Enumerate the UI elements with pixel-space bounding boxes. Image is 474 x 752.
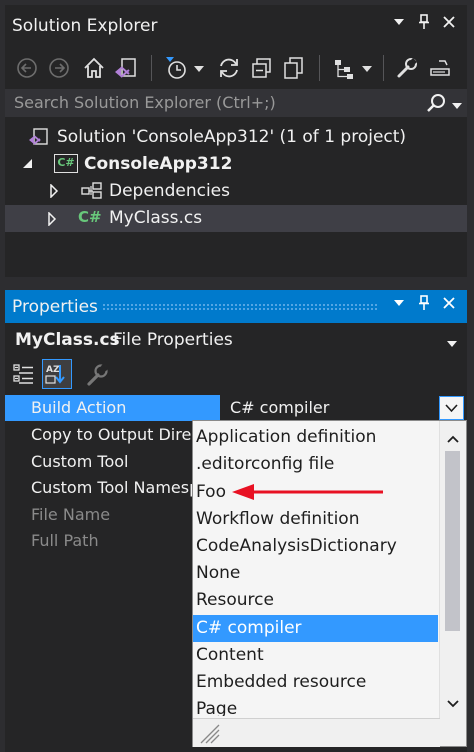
solution-icon: [27, 127, 49, 151]
dropdown-scrollbar[interactable]: [439, 421, 466, 746]
dropdown-option[interactable]: None: [193, 560, 438, 587]
resize-grip-icon: [200, 724, 220, 744]
tree-item-myclass[interactable]: C# MyClass.cs: [5, 205, 467, 232]
property-row-file-name[interactable]: File Name: [5, 502, 192, 528]
property-label: Custom Tool: [31, 452, 129, 471]
switch-views-icon[interactable]: [112, 54, 140, 82]
scroll-up-icon[interactable]: [446, 429, 460, 448]
close-icon[interactable]: [438, 295, 460, 317]
tree-item-project[interactable]: C# ConsoleApp312: [5, 151, 467, 178]
expanded-triangle-icon[interactable]: [23, 159, 32, 168]
properties-title: Properties: [12, 297, 98, 317]
wrench-icon[interactable]: [393, 54, 421, 82]
alphabetical-icon[interactable]: AZ: [42, 359, 72, 389]
object-selector[interactable]: MyClass.cs File Properties: [5, 326, 467, 354]
scroll-down-icon[interactable]: [446, 694, 460, 713]
solution-explorer-title: Solution Explorer: [12, 16, 158, 36]
titlebar-grip[interactable]: [102, 303, 378, 310]
toolbar-separator: [319, 55, 320, 81]
tree-item-label: Solution 'ConsoleApp312' (1 of 1 project…: [57, 127, 407, 147]
chevron-down-icon[interactable]: [446, 335, 458, 354]
csharp-file-icon: C#: [78, 208, 102, 226]
dropdown-option[interactable]: Content: [193, 642, 438, 669]
pending-changes-filter-icon[interactable]: [162, 54, 190, 82]
search-solution-explorer-input[interactable]: Search Solution Explorer (Ctrl+;): [5, 89, 467, 117]
close-icon[interactable]: [438, 14, 460, 36]
tree-item-label: ConsoleApp312: [84, 154, 233, 174]
svg-text:AZ: AZ: [46, 365, 60, 375]
tree-item-solution[interactable]: Solution 'ConsoleApp312' (1 of 1 project…: [5, 124, 467, 151]
property-label: Full Path: [31, 531, 99, 550]
chevron-down-icon[interactable]: [191, 54, 207, 82]
forward-icon[interactable]: [45, 54, 73, 82]
annotation-arrow: [232, 484, 383, 500]
object-name: MyClass.cs: [15, 330, 120, 350]
dependencies-icon: [81, 182, 103, 204]
resize-grip[interactable]: [193, 718, 440, 747]
properties-titlebar: Properties: [5, 290, 467, 323]
csharp-project-icon: C#: [54, 154, 78, 173]
solution-explorer-titlebar: Solution Explorer: [5, 9, 467, 42]
tree-item-label: Dependencies: [109, 181, 230, 201]
property-row-build-action[interactable]: Build Action: [5, 395, 220, 421]
dropdown-option[interactable]: CodeAnalysisDictionary: [193, 533, 438, 560]
class-view-icon[interactable]: [330, 54, 358, 82]
chevron-down-icon[interactable]: [359, 54, 375, 82]
object-type: File Properties: [113, 330, 233, 350]
property-label: Build Action: [31, 398, 127, 417]
dropdown-option[interactable]: .editorconfig file: [193, 451, 438, 478]
property-label: File Name: [31, 505, 111, 524]
toolbar-separator: [383, 55, 384, 81]
pin-icon[interactable]: [413, 14, 435, 36]
dropdown-toggle-button[interactable]: [439, 396, 464, 420]
back-icon[interactable]: [13, 54, 41, 82]
dropdown-option[interactable]: Resource: [193, 587, 438, 614]
chevron-down-icon: [445, 404, 458, 413]
dropdown-option[interactable]: Page: [193, 696, 438, 716]
property-value: C# compiler: [230, 398, 330, 417]
property-label: Copy to Output Directory: [31, 425, 192, 444]
scroll-thumb[interactable]: [445, 451, 460, 631]
search-icon[interactable]: [425, 92, 447, 118]
search-placeholder: Search Solution Explorer (Ctrl+;): [14, 93, 276, 112]
chevron-down-icon[interactable]: [388, 14, 410, 36]
collapsed-triangle-icon[interactable]: [47, 211, 57, 230]
build-action-dropdown-list: Application definition .editorconfig fil…: [192, 420, 467, 747]
build-action-value[interactable]: C# compiler: [226, 395, 467, 421]
dropdown-option-selected[interactable]: C# compiler: [193, 615, 438, 642]
pin-icon[interactable]: [413, 295, 435, 317]
preview-selected-items-icon[interactable]: [425, 54, 453, 82]
categorized-icon[interactable]: [12, 362, 36, 390]
chevron-down-icon[interactable]: [451, 97, 463, 116]
dropdown-option[interactable]: Application definition: [193, 424, 438, 451]
collapse-all-icon[interactable]: [248, 54, 276, 82]
sync-icon[interactable]: [215, 54, 243, 82]
property-row-custom-tool[interactable]: Custom Tool: [5, 449, 192, 475]
chevron-down-icon[interactable]: [388, 295, 410, 317]
dropdown-option[interactable]: Embedded resource: [193, 669, 438, 696]
property-row-full-path[interactable]: Full Path: [5, 528, 192, 554]
toolbar-separator: [151, 55, 152, 81]
property-pages-wrench-icon[interactable]: [84, 362, 110, 392]
solution-explorer-toolbar: [5, 49, 467, 89]
property-row-copy-to-output[interactable]: Copy to Output Directory: [5, 422, 192, 448]
tree-item-dependencies[interactable]: Dependencies: [5, 178, 467, 205]
property-row-custom-tool-namespace[interactable]: Custom Tool Namespace: [5, 475, 192, 501]
dropdown-option[interactable]: Workflow definition: [193, 506, 438, 533]
show-all-files-icon[interactable]: [280, 54, 308, 82]
home-icon[interactable]: [80, 54, 108, 82]
property-label: Custom Tool Namespace: [31, 478, 192, 497]
tree-item-label: MyClass.cs: [109, 208, 203, 228]
